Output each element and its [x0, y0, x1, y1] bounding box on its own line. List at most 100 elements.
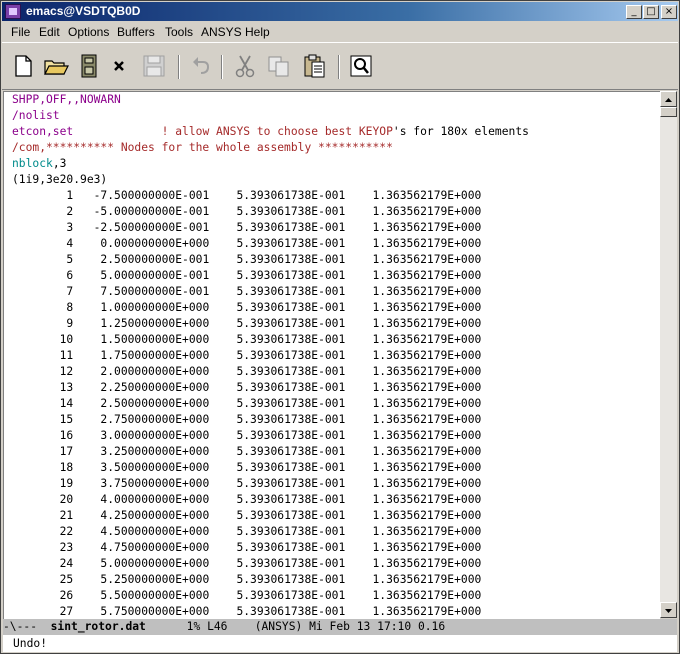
node-z-coordinate: 1.363562179E+000 [345, 477, 482, 490]
emacs-window: emacs@VSDTQB0D _ □ × File Edit Options B… [0, 0, 680, 654]
node-y-coordinate: 5.393061738E-001 [209, 317, 346, 330]
node-z-coordinate: 1.363562179E+000 [345, 461, 482, 474]
node-row: 6 5.000000000E-001 5.393061738E-001 1.36… [12, 268, 660, 284]
modeline-buffer-name: sint_rotor.dat [50, 620, 146, 633]
buffer-text[interactable]: SHPP,OFF,,NOWARN/nolist etcon,set ! allow… [4, 92, 660, 619]
menu-help[interactable]: Help [245, 25, 270, 39]
node-y-coordinate: 5.393061738E-001 [209, 557, 346, 570]
node-number: 8 [12, 301, 74, 314]
node-row: 9 1.250000000E+000 5.393061738E-001 1.36… [12, 316, 660, 332]
node-z-coordinate: 1.363562179E+000 [345, 445, 482, 458]
save-icon[interactable] [76, 53, 102, 79]
node-y-coordinate: 5.393061738E-001 [209, 605, 346, 618]
menu-buffers[interactable]: Buffers [117, 25, 155, 39]
paste-icon[interactable] [301, 53, 327, 79]
node-row: 12 2.000000000E+000 5.393061738E-001 1.3… [12, 364, 660, 380]
scroll-thumb[interactable] [660, 107, 677, 117]
node-number: 9 [12, 317, 74, 330]
code-line: /com,********** Nodes for the whole asse… [12, 140, 660, 156]
menu-options[interactable]: Options [68, 25, 109, 39]
menu-edit[interactable]: Edit [39, 25, 60, 39]
code-token: /nolist [12, 109, 60, 122]
code-line: etcon,set ! allow ANSYS to choose best K… [12, 124, 660, 140]
code-token: /com,********** Nodes for the whole asse… [12, 141, 393, 154]
menu-ansys[interactable]: ANSYS [201, 25, 242, 39]
window-title: emacs@VSDTQB0D [26, 4, 141, 18]
node-y-coordinate: 5.393061738E-001 [209, 381, 346, 394]
node-z-coordinate: 1.363562179E+000 [345, 285, 482, 298]
title-bar[interactable]: emacs@VSDTQB0D _ □ × [2, 2, 678, 21]
disk-icon[interactable] [141, 53, 167, 79]
close-button[interactable]: × [661, 5, 677, 19]
copy-icon[interactable] [266, 53, 292, 79]
node-x-coordinate: 4.250000000E+000 [73, 509, 210, 522]
undo-icon[interactable] [188, 53, 214, 79]
node-row: 23 4.750000000E+000 5.393061738E-001 1.3… [12, 540, 660, 556]
node-x-coordinate: 1.750000000E+000 [73, 349, 210, 362]
node-number: 2 [12, 205, 74, 218]
node-z-coordinate: 1.363562179E+000 [345, 509, 482, 522]
node-x-coordinate: 1.500000000E+000 [73, 333, 210, 346]
node-x-coordinate: 2.500000000E+000 [73, 397, 210, 410]
node-row: 10 1.500000000E+000 5.393061738E-001 1.3… [12, 332, 660, 348]
node-row: 17 3.250000000E+000 5.393061738E-001 1.3… [12, 444, 660, 460]
text-editor[interactable]: SHPP,OFF,,NOWARN/nolist etcon,set ! allow… [3, 91, 660, 619]
node-x-coordinate: 1.000000000E+000 [73, 301, 210, 314]
cut-icon[interactable] [232, 53, 258, 79]
node-y-coordinate: 5.393061738E-001 [209, 509, 346, 522]
node-number: 13 [12, 381, 74, 394]
node-row: 4 0.000000000E+000 5.393061738E-001 1.36… [12, 236, 660, 252]
code-line: (1i9,3e20.9e3) [12, 172, 660, 188]
open-folder-icon[interactable] [43, 53, 69, 79]
maximize-button[interactable]: □ [643, 5, 659, 19]
node-z-coordinate: 1.363562179E+000 [345, 301, 482, 314]
node-x-coordinate: -2.500000000E-001 [73, 221, 210, 234]
node-number: 24 [12, 557, 74, 570]
node-y-coordinate: 5.393061738E-001 [209, 573, 346, 586]
new-file-icon[interactable] [10, 53, 36, 79]
node-z-coordinate: 1.363562179E+000 [345, 189, 482, 202]
menu-tools[interactable]: Tools [165, 25, 193, 39]
menu-file[interactable]: File [11, 25, 30, 39]
search-icon[interactable] [348, 53, 374, 79]
minimize-button[interactable]: _ [626, 5, 642, 19]
scroll-up-button[interactable] [660, 91, 677, 107]
node-number: 12 [12, 365, 74, 378]
node-y-coordinate: 5.393061738E-001 [209, 237, 346, 250]
node-number: 18 [12, 461, 74, 474]
node-x-coordinate: 2.500000000E-001 [73, 253, 210, 266]
node-number: 17 [12, 445, 74, 458]
code-line: nblock,3 [12, 156, 660, 172]
node-x-coordinate: 0.000000000E+000 [73, 237, 210, 250]
node-number: 7 [12, 285, 74, 298]
node-row: 8 1.000000000E+000 5.393061738E-001 1.36… [12, 300, 660, 316]
node-y-coordinate: 5.393061738E-001 [209, 285, 346, 298]
node-z-coordinate: 1.363562179E+000 [345, 269, 482, 282]
vertical-scrollbar[interactable] [660, 91, 677, 618]
scroll-down-button[interactable] [660, 602, 677, 618]
node-x-coordinate: -5.000000000E-001 [73, 205, 210, 218]
code-line: /nolist [12, 108, 660, 124]
node-number: 5 [12, 253, 74, 266]
node-y-coordinate: 5.393061738E-001 [209, 349, 346, 362]
code-token: etcon,set [12, 125, 74, 138]
node-x-coordinate: 3.000000000E+000 [73, 429, 210, 442]
node-row: 16 3.000000000E+000 5.393061738E-001 1.3… [12, 428, 660, 444]
modeline-mode: (ANSYS) [254, 620, 303, 633]
node-x-coordinate: 3.250000000E+000 [73, 445, 210, 458]
close-icon[interactable] [106, 53, 132, 79]
node-number: 6 [12, 269, 74, 282]
node-y-coordinate: 5.393061738E-001 [209, 429, 346, 442]
node-x-coordinate: 5.000000000E+000 [73, 557, 210, 570]
node-z-coordinate: 1.363562179E+000 [345, 573, 482, 586]
node-x-coordinate: 2.750000000E+000 [73, 413, 210, 426]
node-x-coordinate: 5.500000000E+000 [73, 589, 210, 602]
node-y-coordinate: 5.393061738E-001 [209, 301, 346, 314]
node-number: 4 [12, 237, 74, 250]
node-z-coordinate: 1.363562179E+000 [345, 525, 482, 538]
code-line: SHPP,OFF,,NOWARN [12, 92, 660, 108]
node-y-coordinate: 5.393061738E-001 [209, 333, 346, 346]
node-row: 22 4.500000000E+000 5.393061738E-001 1.3… [12, 524, 660, 540]
node-row: 7 7.500000000E-001 5.393061738E-001 1.36… [12, 284, 660, 300]
minibuffer[interactable]: Undo! [3, 635, 677, 652]
